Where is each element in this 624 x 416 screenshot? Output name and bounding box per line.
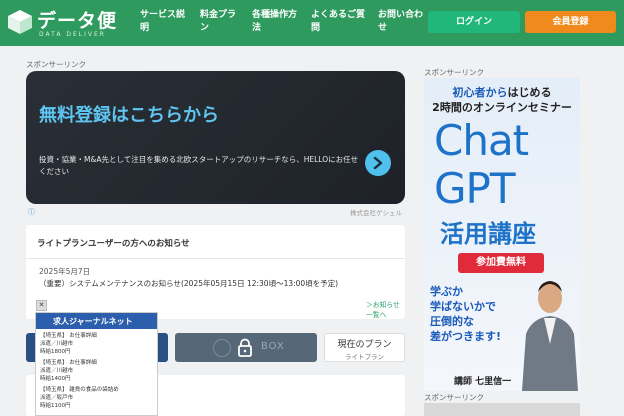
nav-service[interactable]: サービス説 明 — [140, 9, 185, 35]
ad-copy-line: 差がつきます! — [430, 330, 502, 343]
site-header: データ便 DATA DELIVER サービス説 明 料金プラ ン 各種操作方 法… — [0, 0, 624, 46]
notice-date: 2025年5月7日 — [39, 267, 91, 276]
job-listing-title: 【埼玉県】 お仕事詳細 — [40, 333, 97, 339]
chevron-right-icon — [373, 156, 383, 170]
lock-icon — [238, 338, 252, 357]
ad-headline-2: 2時間のオンラインセミナー — [432, 101, 572, 114]
job-listing-wage: 時給1400円 — [40, 376, 71, 382]
adchoices-icon[interactable]: ⓘ — [28, 207, 35, 217]
ad-copy-line: 学ぶか — [430, 285, 463, 298]
job-listing[interactable]: 【埼玉県】 雑貨の食品の袋詰め 派遣／坂戸市 時給1100円 — [40, 386, 119, 410]
plan-title: 現在のプラン — [337, 340, 392, 350]
notice-title: ライトプランユーザーの方へのお知らせ — [37, 239, 190, 249]
job-overlay-ad[interactable]: 求人ジャーナルネット 【埼玉県】 お仕事詳細 派遣／川越市 時給1800円 【埼… — [35, 312, 158, 416]
ad-course-text: 活用講座 — [440, 220, 536, 248]
secondary-side-ad[interactable] — [424, 403, 580, 416]
ad-title: 無料登録はこちらから — [39, 105, 219, 126]
seminar-side-ad[interactable]: 初心者からはじめる 2時間のオンラインセミナー Chat GPT 活用講座 参加… — [424, 78, 580, 391]
sandbox-button[interactable]: BOX — [175, 333, 317, 362]
ad-copy-line: 学ばないかで — [430, 300, 496, 313]
register-button[interactable]: 会員登録 — [525, 11, 616, 33]
sponsor-label-right-2: スポンサーリンク — [424, 393, 484, 402]
job-listing-wage: 時給1800円 — [40, 349, 71, 355]
divider — [26, 258, 405, 259]
site-logo[interactable]: データ便 DATA DELIVER — [7, 6, 132, 40]
job-listing-location: 派遣／川越市 — [40, 368, 74, 374]
close-icon[interactable]: ✕ — [36, 300, 47, 311]
current-plan-box[interactable]: 現在のプラン ライトプラン — [324, 333, 405, 362]
logo-subtitle: DATA DELIVER — [39, 31, 106, 38]
logo-text: データ便 — [37, 10, 118, 32]
job-listing-location: 派遣／坂戸市 — [40, 395, 74, 401]
ad-description: 投資・協業・M&A先として注目を集める北欧スタートアップのリサーチなら、HELL… — [39, 155, 359, 176]
ad-chat-text: Chat — [434, 116, 529, 165]
ad-headline-1a: 初心者から — [452, 86, 508, 99]
nav-pricing[interactable]: 料金プラ ン — [200, 9, 236, 35]
sandbox-label: BOX — [261, 341, 285, 352]
ad-copy-line: 圧倒的な — [430, 315, 474, 328]
job-ad-header: 求人ジャーナルネット — [36, 313, 157, 329]
job-listing-title: 【埼玉県】 雑貨の食品の袋詰め — [40, 387, 119, 393]
speaker-name: 講師 七里信一 — [454, 377, 512, 387]
job-listing-location: 派遣／川越市 — [40, 341, 74, 347]
notice-card: ライトプランユーザーの方へのお知らせ 2025年5月7日 （重要）システムメンテ… — [26, 225, 405, 319]
cube-logo-icon — [8, 10, 32, 34]
job-listing-title: 【埼玉県】 お仕事詳細 — [40, 360, 97, 366]
free-badge: 参加費無料 — [458, 253, 544, 273]
job-ad-brand: 求人ジャーナルネット — [53, 317, 133, 326]
sponsor-label-main: スポンサーリンク — [26, 60, 86, 69]
job-listing-wage: 時給1100円 — [40, 403, 71, 409]
ad-copy: 学ぶか 学ばないかで 圧倒的な 差がつきます! — [430, 284, 501, 344]
nav-howto[interactable]: 各種操作方 法 — [252, 9, 297, 35]
login-button[interactable]: ログイン — [428, 11, 520, 33]
ad-headline-1b: はじめる — [507, 86, 552, 99]
speaker-portrait-icon — [522, 281, 578, 391]
nav-contact[interactable]: お問い合わ せ — [378, 9, 423, 35]
main-banner-ad[interactable]: 無料登録はこちらから 投資・協業・M&A先として注目を集める北欧スタートアップの… — [26, 71, 405, 204]
ad-arrow-button[interactable] — [365, 150, 391, 176]
ad-headline-1: 初心者からはじめる — [424, 84, 580, 100]
notice-list-link[interactable]: ＞お知らせ一覧へ — [366, 299, 405, 319]
job-listing[interactable]: 【埼玉県】 お仕事詳細 派遣／川越市 時給1800円 — [40, 332, 97, 356]
advertiser-name: 株式会社ゲシェル — [350, 209, 402, 217]
ad-gpt-text: GPT — [434, 164, 516, 213]
sponsor-label-right: スポンサーリンク — [424, 68, 484, 77]
plan-name: ライトプラン — [345, 353, 384, 361]
circle-icon — [213, 339, 231, 357]
job-listing[interactable]: 【埼玉県】 お仕事詳細 派遣／川越市 時給1400円 — [40, 359, 97, 383]
notice-message[interactable]: （重要）システムメンテナンスのお知らせ(2025年05月15日 12:30頃〜1… — [39, 278, 338, 289]
nav-faq[interactable]: よくあるご質 問 — [311, 9, 365, 35]
